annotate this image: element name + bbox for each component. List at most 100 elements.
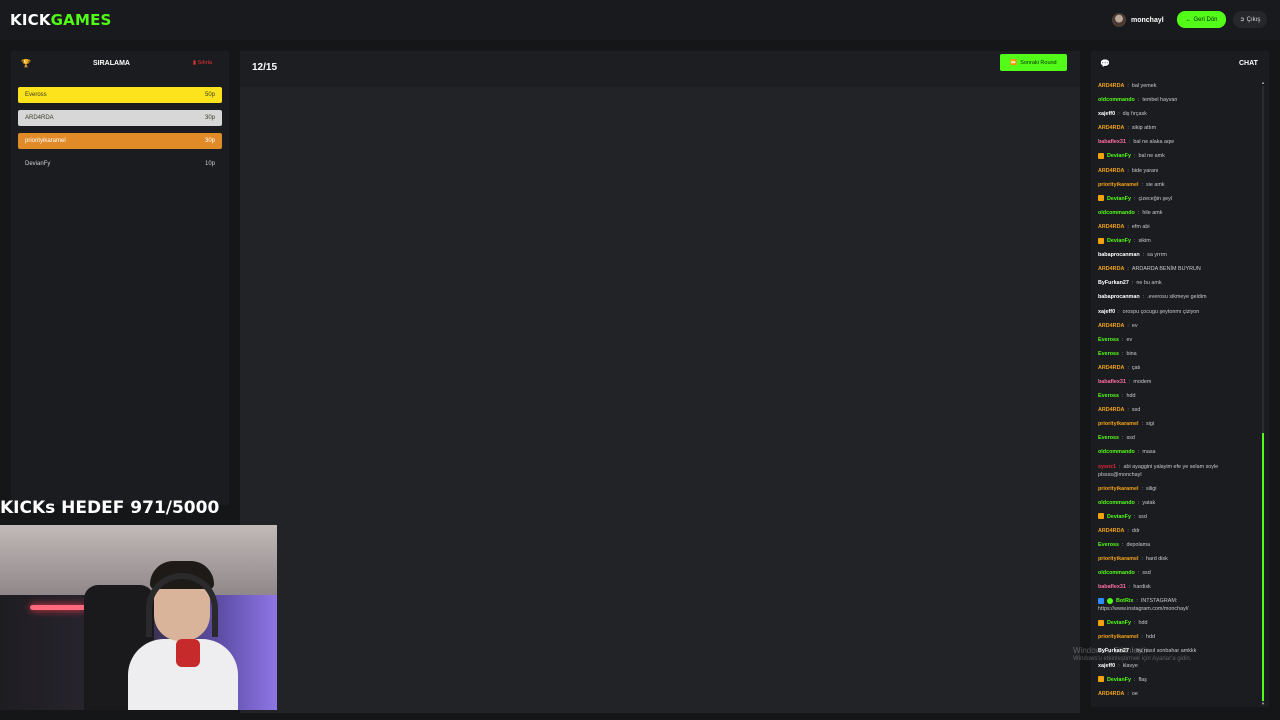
chat-text: sikim (1138, 238, 1151, 245)
top-navbar: KICKGAMES monchayl ← Geri Dön ➲ Çıkış (0, 0, 1280, 40)
chat-text: sie amk (1145, 181, 1165, 188)
chat-username[interactable]: DevianFy (1107, 620, 1131, 626)
chat-text: ddr (1131, 527, 1140, 534)
chat-username[interactable]: Eveross (1098, 351, 1119, 357)
chat-message: DevianFy: çizeceğin şeyl (1098, 195, 1258, 209)
chat-username[interactable]: DevianFy (1107, 514, 1131, 520)
chat-username[interactable]: DevianFy (1107, 677, 1131, 683)
windows-activation-watermark: Windows'u Etkinleştir Windows'u etkinleş… (1073, 646, 1192, 664)
drawing-canvas[interactable] (240, 87, 1080, 713)
chat-username[interactable]: Eveross (1098, 542, 1119, 548)
chat-message: priorityikaramel: sie amk (1098, 181, 1165, 188)
chat-message: priorityikaramel: siligi (1098, 485, 1157, 492)
chat-username[interactable]: babaflex31 (1098, 584, 1126, 590)
ranking-row: priorityikaramel 30p (18, 133, 222, 149)
kickgames-logo[interactable]: KICKGAMES (10, 11, 112, 29)
chat-username[interactable]: ARD4RDA (1098, 407, 1124, 413)
chat-username[interactable]: babaflex31 (1098, 139, 1126, 145)
chat-username[interactable]: babaflex31 (1098, 379, 1126, 385)
chat-text: bina (1126, 350, 1137, 357)
chat-username[interactable]: DevianFy (1107, 196, 1131, 202)
chat-message: babaprocanman: sa yrrrm (1098, 252, 1167, 259)
logo-part-games: GAMES (50, 11, 112, 29)
exit-button[interactable]: ➲ Çıkış (1233, 11, 1267, 28)
chat-username[interactable]: xajeff0 (1098, 111, 1115, 117)
chat-username[interactable]: ARD4RDA (1098, 323, 1124, 329)
chat-header: 💬 CHAT (1091, 51, 1269, 79)
chat-message: ARD4RDA: efm abi (1098, 223, 1150, 230)
round-counter: 12/15 (252, 62, 278, 73)
chat-text: oe (1131, 690, 1138, 697)
chat-message: babaflex31: hardisk (1098, 584, 1151, 591)
chat-message: ByFurkan27: ne bu amk (1098, 280, 1162, 287)
chat-username[interactable]: babaprocanman (1098, 294, 1140, 300)
chat-message: oldcommando: ssd (1098, 570, 1151, 577)
chat-username[interactable]: oldcommando (1098, 449, 1135, 455)
chat-text: flaş (1138, 676, 1147, 683)
chat-text: bide yaranı (1131, 167, 1159, 174)
chat-username[interactable]: oldcommando (1098, 97, 1135, 103)
ranking-player-name: DevianFy (25, 161, 51, 167)
chat-username[interactable]: ARD4RDA (1098, 224, 1124, 230)
chat-username[interactable]: priorityikaramel (1098, 486, 1138, 492)
next-round-button[interactable]: ⏩ Sonraki Round (1000, 54, 1067, 71)
chat-scrollbar-thumb[interactable] (1262, 433, 1264, 701)
chat-message: priorityikaramel: sigi (1098, 421, 1155, 428)
chat-message: ARD4RDA: çatı (1098, 364, 1141, 371)
chat-text: ARDARDA BENİM BUYRUN (1131, 266, 1201, 273)
chat-username[interactable]: DevianFy (1107, 238, 1131, 244)
chat-username[interactable]: ARD4RDA (1098, 125, 1124, 131)
chat-username[interactable]: ARD4RDA (1098, 691, 1124, 697)
chat-message: oldcommando: hile amk (1098, 209, 1163, 216)
chat-text: abi ayaggini yalayim efe ye selam soyle … (1098, 463, 1219, 478)
chat-username[interactable]: Eveross (1098, 435, 1119, 441)
chat-username[interactable]: oldcommando (1098, 500, 1135, 506)
chat-username[interactable]: sysnz1 (1098, 464, 1116, 470)
back-button[interactable]: ← Geri Dön (1177, 11, 1226, 28)
chat-message: ARD4RDA: bide yaranı (1098, 167, 1159, 174)
chat-username[interactable]: babaprocanman (1098, 252, 1140, 258)
chat-message: DevianFy: hdd (1098, 619, 1258, 633)
chat-username[interactable]: Eveross (1098, 337, 1119, 343)
chat-message: babaflex31: modem (1098, 378, 1152, 385)
chat-text: depolama (1126, 541, 1151, 548)
chat-message: DevianFy: flaş (1098, 676, 1258, 690)
subscriber-badge-icon (1098, 237, 1104, 244)
logo-part-kick: KICK (10, 11, 51, 29)
chat-username[interactable]: priorityikaramel (1098, 556, 1138, 562)
reset-button[interactable]: ▮ Sıfırla (193, 60, 212, 66)
back-button-label: Geri Dön (1193, 16, 1218, 23)
chat-username[interactable]: priorityikaramel (1098, 421, 1138, 427)
chat-message: Eveross: hdd (1098, 393, 1136, 400)
chat-username[interactable]: xajeff0 (1098, 309, 1115, 315)
chat-text: ev (1126, 336, 1133, 343)
chat-text: tembel hayvan (1142, 97, 1178, 104)
chat-message: ARD4RDA: ssd (1098, 407, 1141, 414)
chat-username[interactable]: Eveross (1098, 393, 1119, 399)
chat-username[interactable]: priorityikaramel (1098, 634, 1138, 640)
subscriber-badge-icon (1098, 513, 1104, 520)
chat-username[interactable]: DevianFy (1107, 153, 1131, 159)
headset (146, 573, 218, 637)
chat-text: hardisk (1133, 584, 1151, 591)
chat-username[interactable]: ARD4RDA (1098, 528, 1124, 534)
chat-username[interactable]: ByFurkan27 (1098, 280, 1129, 286)
chat-message: Eveross: ssd (1098, 435, 1135, 442)
chat-message: ARD4RDA: oe (1098, 690, 1138, 697)
scroll-up-arrow[interactable]: ▲ (1261, 80, 1265, 85)
chat-username[interactable]: ARD4RDA (1098, 266, 1124, 272)
chat-username[interactable]: oldcommando (1098, 570, 1135, 576)
scroll-down-arrow[interactable]: ▼ (1261, 701, 1265, 706)
chat-text: efm abi (1131, 223, 1150, 230)
chat-username[interactable]: ARD4RDA (1098, 83, 1124, 89)
chat-text: orospu çocugu şeytonmı çiziyon (1122, 308, 1200, 315)
next-round-label: Sonraki Round (1020, 59, 1057, 66)
ranking-row: ARD4RDA 30p (18, 110, 222, 126)
chat-bubbles-icon: 💬 (1100, 59, 1110, 68)
chat-username[interactable]: BotRix (1116, 598, 1133, 604)
chat-username[interactable]: ARD4RDA (1098, 365, 1124, 371)
chat-username[interactable]: oldcommando (1098, 210, 1135, 216)
chat-username[interactable]: ARD4RDA (1098, 168, 1124, 174)
chat-username[interactable]: priorityikaramel (1098, 182, 1138, 188)
user-profile[interactable]: monchayl (1112, 12, 1164, 28)
